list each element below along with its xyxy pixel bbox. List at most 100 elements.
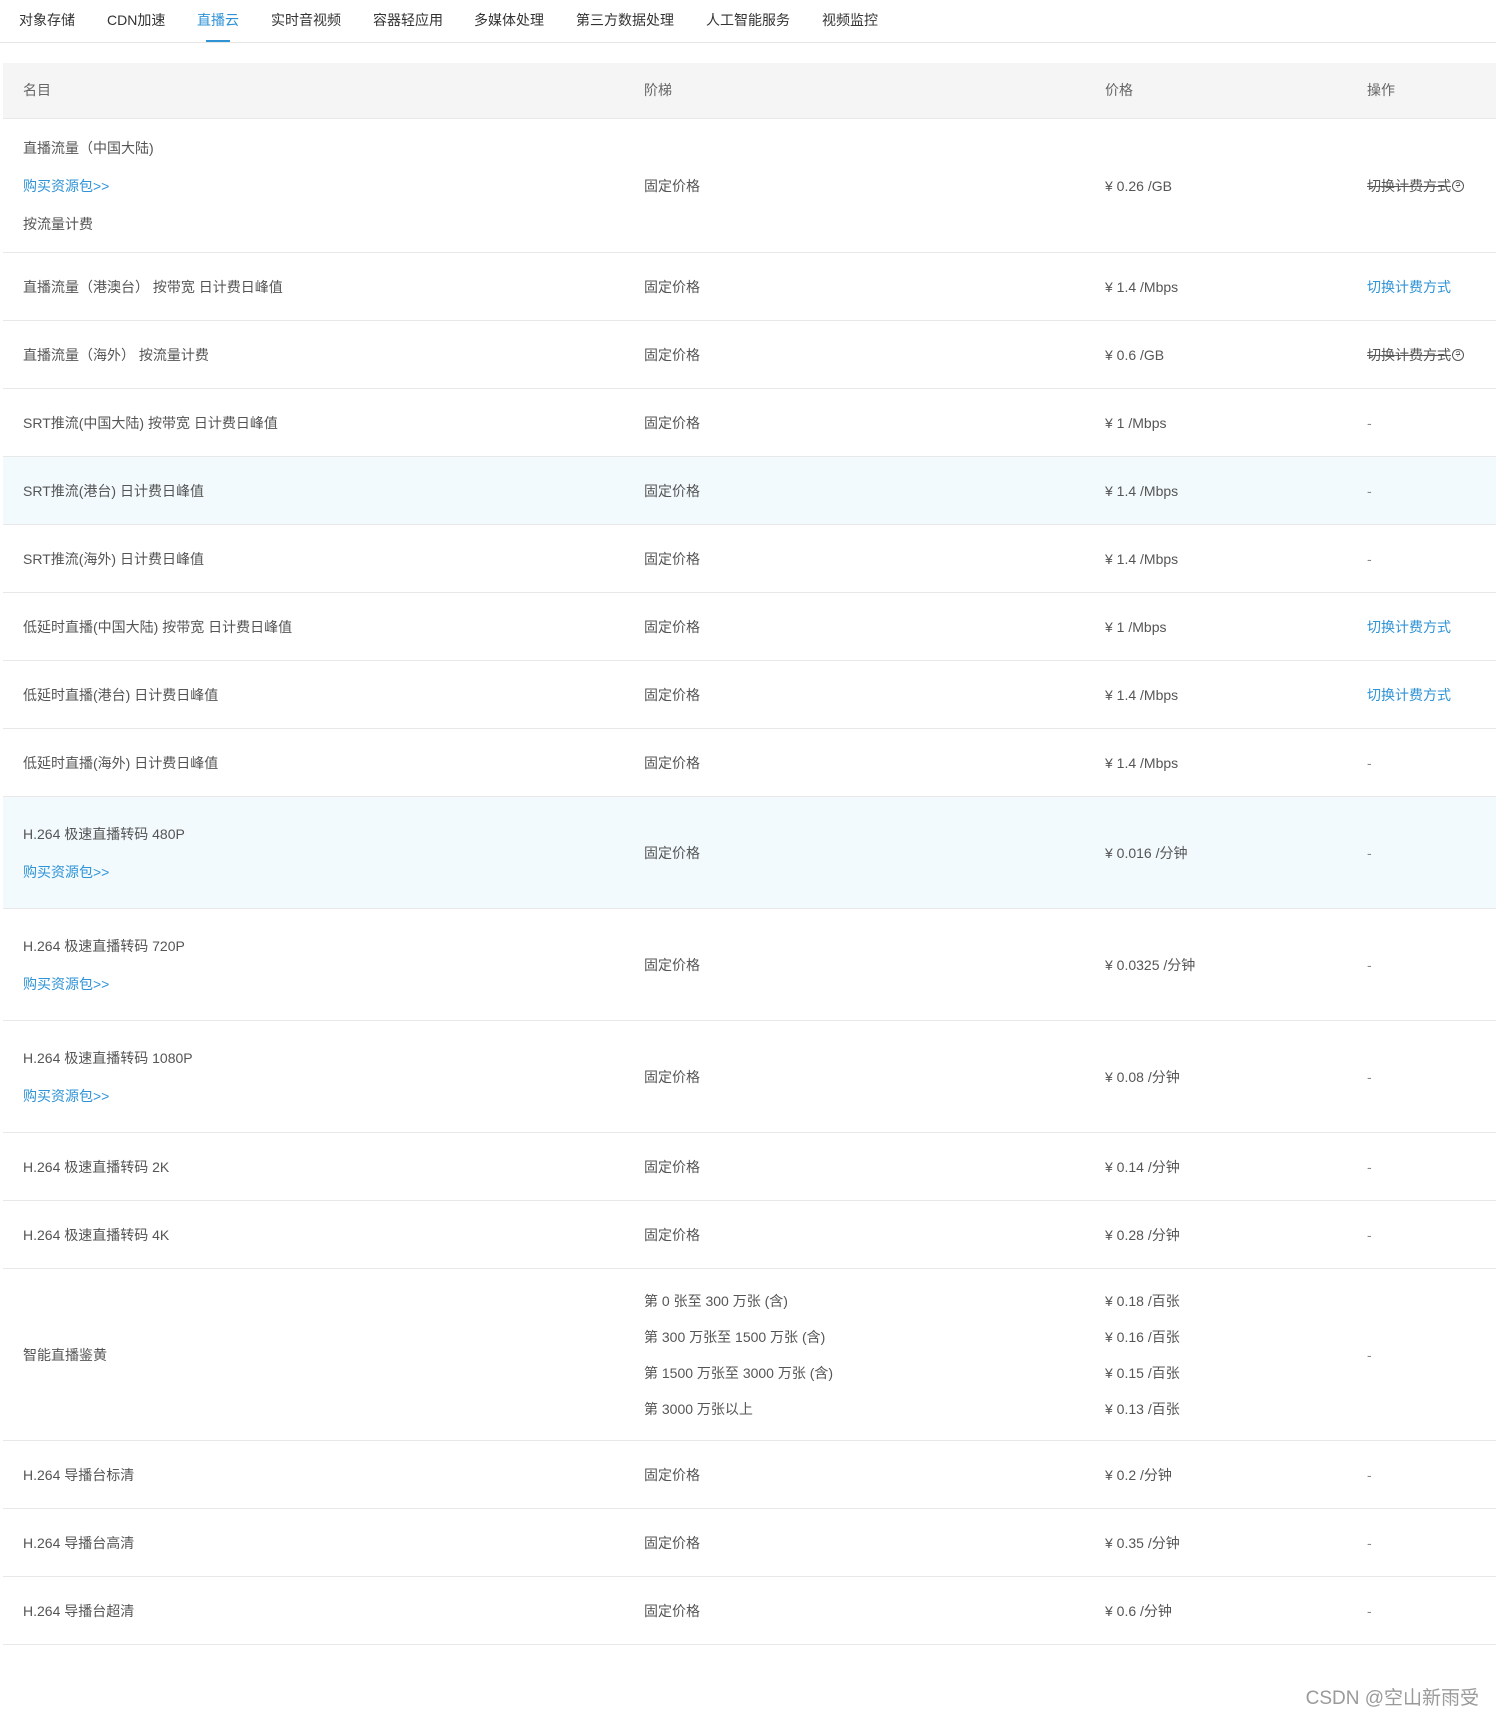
tier-text: 固定价格 — [644, 1226, 700, 1243]
item-name: SRT推流(港台) 日计费日峰值 — [23, 482, 204, 499]
tier-price: ¥ 0.13 /百张 — [1105, 1400, 1180, 1417]
table-row: H.264 导播台高清 固定价格 ¥ 0.35 /分钟 - — [3, 1509, 1496, 1577]
op-cell: 切换计费方式? — [1367, 119, 1492, 252]
table-row: 智能直播鉴黄 第 0 张至 300 万张 (含) 第 300 万张至 1500 … — [3, 1269, 1496, 1441]
switch-billing-link[interactable]: 切换计费方式 — [1367, 617, 1492, 637]
tab-ai[interactable]: 人工智能服务 — [706, 0, 790, 42]
table-row: H.264 极速直播转码 2K 固定价格 ¥ 0.14 /分钟 - — [3, 1133, 1496, 1201]
buy-resource-pack-link[interactable]: 购买资源包>> — [23, 862, 623, 882]
price-text: ¥ 0.35 /分钟 — [1105, 1534, 1180, 1551]
tab-label: 人工智能服务 — [706, 12, 790, 28]
op-cell: - — [1367, 909, 1492, 1020]
item-name: SRT推流(海外) 日计费日峰值 — [23, 550, 204, 567]
price-cell: ¥ 0.28 /分钟 — [1105, 1201, 1355, 1268]
pricing-table: 名目 阶梯 价格 操作 直播流量（中国大陆) 购买资源包>> 按流量计费 固定价… — [3, 63, 1496, 1645]
item-name: H.264 极速直播转码 2K — [23, 1158, 170, 1175]
item-name: H.264 极速直播转码 720P — [23, 937, 185, 954]
csdn-watermark: CSDN @空山新雨受 — [1305, 1688, 1479, 1709]
price-cell: ¥ 1 /Mbps — [1105, 593, 1355, 660]
tier-text: 固定价格 — [644, 550, 700, 567]
price-cell: ¥ 1.4 /Mbps — [1105, 253, 1355, 320]
name-cell: H.264 导播台标清 — [23, 1441, 623, 1508]
tab-label: 容器轻应用 — [373, 12, 443, 28]
header-operation: 操作 — [1367, 82, 1395, 98]
tab-third-party[interactable]: 第三方数据处理 — [576, 0, 674, 42]
tier-text: 固定价格 — [644, 956, 700, 973]
table-row: SRT推流(中国大陆) 按带宽 日计费日峰值 固定价格 ¥ 1 /Mbps - — [3, 389, 1496, 457]
op-cell: - — [1367, 1021, 1492, 1132]
tier-range: 第 3000 万张以上 — [644, 1400, 753, 1417]
no-operation: - — [1367, 1534, 1372, 1551]
help-icon[interactable]: ? — [1452, 179, 1464, 192]
no-operation: - — [1367, 754, 1372, 771]
tab-container-apps[interactable]: 容器轻应用 — [373, 0, 443, 42]
buy-resource-pack-link[interactable]: 购买资源包>> — [23, 1086, 623, 1106]
item-name: 低延时直播(中国大陆) 按带宽 日计费日峰值 — [23, 618, 293, 635]
item-name: 直播流量（港澳台） 按带宽 日计费日峰值 — [23, 278, 283, 295]
no-operation: - — [1367, 1226, 1372, 1243]
switch-billing-label: 切换计费方式 — [1367, 346, 1451, 363]
price-cell: ¥ 0.2 /分钟 — [1105, 1441, 1355, 1508]
price-cell: ¥ 0.08 /分钟 — [1105, 1021, 1355, 1132]
buy-resource-pack-link[interactable]: 购买资源包>> — [23, 974, 623, 994]
switch-billing-link[interactable]: 切换计费方式 — [1367, 685, 1492, 705]
tier-cell: 固定价格 — [644, 1509, 1084, 1576]
tier-price: ¥ 0.18 /百张 — [1105, 1292, 1180, 1309]
tier-price: ¥ 0.16 /百张 — [1105, 1328, 1180, 1345]
table-row: 低延时直播(港台) 日计费日峰值 固定价格 ¥ 1.4 /Mbps 切换计费方式 — [3, 661, 1496, 729]
table-row: H.264 极速直播转码 1080P 购买资源包>> 固定价格 ¥ 0.08 /… — [3, 1021, 1496, 1133]
tab-object-storage[interactable]: 对象存储 — [19, 0, 75, 42]
op-cell: - — [1367, 525, 1492, 592]
table-row: SRT推流(海外) 日计费日峰值 固定价格 ¥ 1.4 /Mbps - — [3, 525, 1496, 593]
price-text: ¥ 1 /Mbps — [1105, 414, 1167, 431]
tab-label: CDN加速 — [107, 12, 166, 28]
op-cell: - — [1367, 1269, 1492, 1440]
tier-cell: 固定价格 — [644, 797, 1084, 908]
price-cell: ¥ 1.4 /Mbps — [1105, 729, 1355, 796]
item-name: 低延时直播(海外) 日计费日峰值 — [23, 754, 219, 771]
tier-cell: 固定价格 — [644, 1021, 1084, 1132]
price-cell: ¥ 0.6 /分钟 — [1105, 1577, 1355, 1644]
price-cell: ¥ 0.016 /分钟 — [1105, 797, 1355, 908]
price-text: ¥ 1.4 /Mbps — [1105, 686, 1179, 703]
switch-billing-link[interactable]: 切换计费方式 — [1367, 277, 1492, 297]
table-row: SRT推流(港台) 日计费日峰值 固定价格 ¥ 1.4 /Mbps - — [3, 457, 1496, 525]
item-name: 低延时直播(港台) 日计费日峰值 — [23, 686, 219, 703]
tab-multimedia[interactable]: 多媒体处理 — [474, 0, 544, 42]
table-row: 直播流量（中国大陆) 购买资源包>> 按流量计费 固定价格 ¥ 0.26 /GB… — [3, 119, 1496, 253]
price-text: ¥ 1.4 /Mbps — [1105, 550, 1179, 567]
switch-billing-label: 切换计费方式 — [1367, 177, 1451, 194]
tier-text: 固定价格 — [644, 844, 700, 861]
tier-cell: 固定价格 — [644, 389, 1084, 456]
op-cell: 切换计费方式? — [1367, 321, 1492, 388]
tab-live-cloud[interactable]: 直播云 — [197, 0, 239, 42]
tier-text: 固定价格 — [644, 414, 700, 431]
table-row: 低延时直播(海外) 日计费日峰值 固定价格 ¥ 1.4 /Mbps - — [3, 729, 1496, 797]
tier-cell: 固定价格 — [644, 321, 1084, 388]
name-cell: H.264 导播台超清 — [23, 1577, 623, 1644]
name-cell: 低延时直播(港台) 日计费日峰值 — [23, 661, 623, 728]
tab-label: 直播云 — [197, 12, 239, 28]
tier-text: 固定价格 — [644, 1602, 700, 1619]
tier-cell: 固定价格 — [644, 661, 1084, 728]
name-cell: H.264 极速直播转码 720P 购买资源包>> — [23, 909, 623, 1020]
tab-rtc[interactable]: 实时音视频 — [271, 0, 341, 42]
table-row: H.264 极速直播转码 720P 购买资源包>> 固定价格 ¥ 0.0325 … — [3, 909, 1496, 1021]
tier-range: 第 1500 万张至 3000 万张 (含) — [644, 1364, 834, 1381]
op-cell: - — [1367, 1509, 1492, 1576]
table-row: H.264 极速直播转码 4K 固定价格 ¥ 0.28 /分钟 - — [3, 1201, 1496, 1269]
table-row: 低延时直播(中国大陆) 按带宽 日计费日峰值 固定价格 ¥ 1 /Mbps 切换… — [3, 593, 1496, 661]
name-cell: 智能直播鉴黄 — [23, 1269, 623, 1440]
active-tab-indicator — [206, 40, 230, 42]
tab-cdn[interactable]: CDN加速 — [107, 0, 165, 42]
buy-resource-pack-link[interactable]: 购买资源包>> — [23, 176, 623, 196]
tab-video-monitor[interactable]: 视频监控 — [822, 0, 878, 42]
tier-cell: 固定价格 — [644, 457, 1084, 524]
table-row: H.264 导播台超清 固定价格 ¥ 0.6 /分钟 - — [3, 1577, 1496, 1645]
table-header: 名目 阶梯 价格 操作 — [3, 63, 1496, 119]
item-name: H.264 极速直播转码 480P — [23, 825, 185, 842]
no-operation: - — [1367, 1158, 1372, 1175]
header-tier: 阶梯 — [644, 82, 672, 98]
help-icon[interactable]: ? — [1452, 348, 1464, 361]
price-text: ¥ 1.4 /Mbps — [1105, 482, 1179, 499]
